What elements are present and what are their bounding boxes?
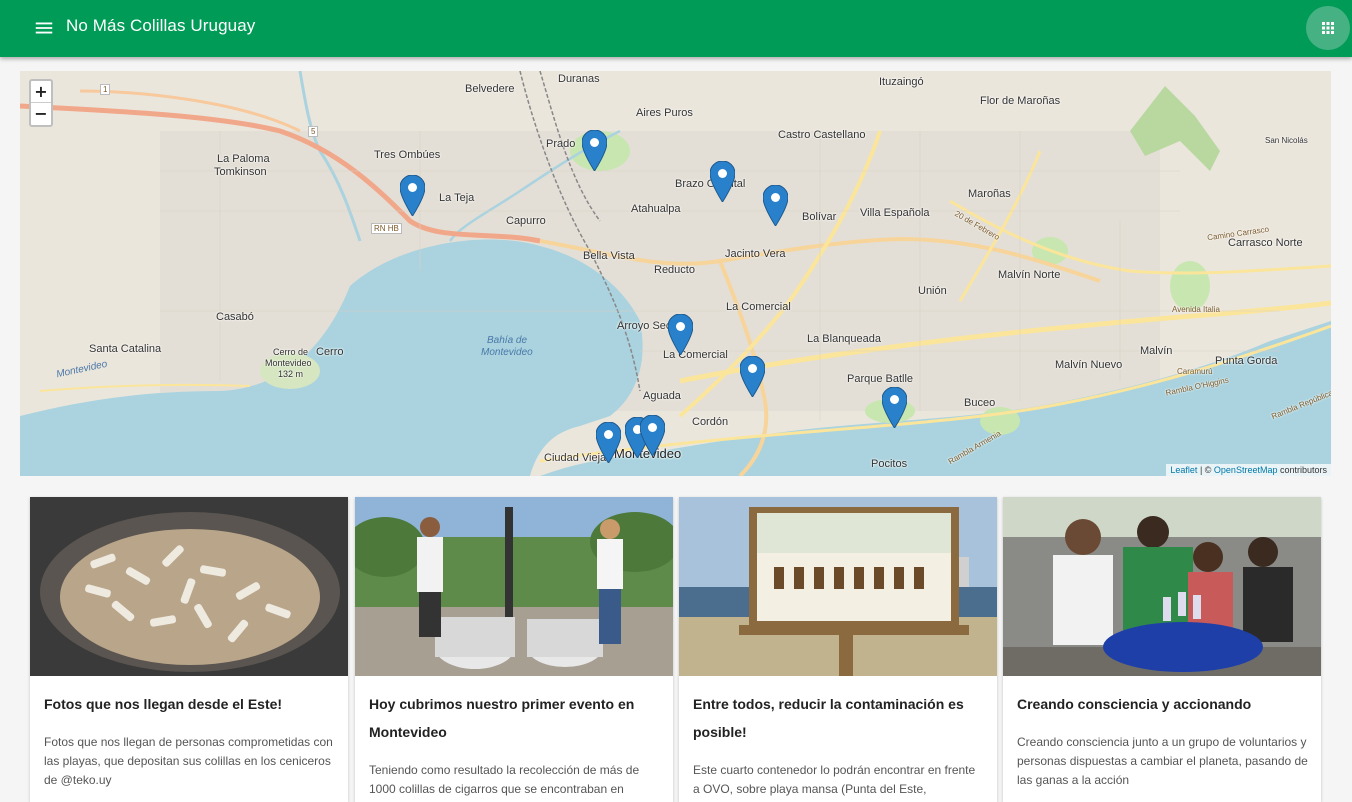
place-label: Tres Ombúes <box>374 149 441 161</box>
hill-label: 132 m <box>278 369 304 379</box>
menu-icon <box>35 22 53 34</box>
menu-button[interactable] <box>28 12 60 44</box>
place-label: Duranas <box>558 73 600 85</box>
post-title[interactable]: Creando consciencia y accionando <box>1017 690 1307 718</box>
map-marker[interactable] <box>596 422 621 463</box>
place-label: Casabó <box>216 311 254 323</box>
water-label: Montevideo <box>481 347 533 358</box>
post-image[interactable] <box>355 497 673 676</box>
place-label: San Nicolás <box>1265 136 1308 145</box>
place-label: La Comercial <box>726 301 791 313</box>
attribution-separator: | © <box>1197 465 1214 475</box>
place-label: Flor de Maroñas <box>980 95 1061 107</box>
place-label: Malvín Nuevo <box>1055 359 1123 371</box>
post-description: Fotos que nos llegan de personas comprom… <box>44 735 333 787</box>
app-bar: No Más Colillas Uruguay <box>0 0 1352 57</box>
apps-button[interactable] <box>1306 6 1350 50</box>
map-marker[interactable] <box>763 185 788 226</box>
place-label: Santa Catalina <box>89 343 162 355</box>
place-label: Tomkinson <box>214 166 267 178</box>
post-description: Este cuarto contenedor lo podrán encontr… <box>693 763 976 796</box>
apps-icon <box>1322 22 1334 34</box>
road-label: 1 <box>100 84 111 95</box>
zoom-in-button[interactable]: + <box>31 81 51 103</box>
place-label: Parque Batlle <box>847 373 914 385</box>
map-marker[interactable] <box>740 356 765 397</box>
hill-label: Cerro de <box>273 347 309 357</box>
place-label: Ituzaingó <box>879 76 924 88</box>
place-label: La Blanqueada <box>807 333 882 345</box>
map-marker[interactable] <box>882 387 907 428</box>
map-marker[interactable] <box>710 161 735 202</box>
place-label: Maroñas <box>968 188 1011 200</box>
place-label: Buceo <box>964 397 996 409</box>
road-label: Caramurú <box>1177 367 1213 376</box>
road-label: 5 <box>308 126 319 137</box>
road-label: Avenida Italia <box>1172 305 1220 314</box>
place-label: Aires Puros <box>636 107 693 119</box>
zoom-out-button[interactable]: − <box>31 103 51 125</box>
place-label: Cerro <box>316 346 344 358</box>
map[interactable]: + − Duranas Belvedere Aires Puros Ituzai… <box>20 71 1331 476</box>
app-title: No Más Colillas Uruguay <box>66 16 256 35</box>
post-image[interactable] <box>679 497 997 676</box>
post-card[interactable]: Creando consciencia y accionando Creando… <box>1003 497 1321 802</box>
map-marker[interactable] <box>640 415 665 456</box>
place-label: Atahualpa <box>631 203 681 215</box>
place-label: Jacinto Vera <box>725 248 786 260</box>
place-label: Unión <box>918 285 947 297</box>
post-title[interactable]: Hoy cubrimos nuestro primer evento en Mo… <box>369 690 659 746</box>
attribution-suffix: contributors <box>1277 465 1327 475</box>
post-title[interactable]: Entre todos, reducir la contaminación es… <box>693 690 983 746</box>
map-marker[interactable] <box>400 175 425 216</box>
place-label: La Teja <box>439 192 475 204</box>
osm-link[interactable]: OpenStreetMap <box>1214 465 1278 475</box>
place-label: Punta Gorda <box>1215 355 1278 367</box>
water-label: Bahía de <box>487 335 528 346</box>
post-image[interactable] <box>1003 497 1321 676</box>
place-label: Villa Española <box>860 207 930 219</box>
place-label: Pocitos <box>871 458 908 470</box>
post-description: Creando consciencia junto a un grupo de … <box>1017 735 1308 787</box>
hill-label: Montevideo <box>265 358 312 368</box>
place-label: Reducto <box>654 264 695 276</box>
post-card[interactable]: Entre todos, reducir la contaminación es… <box>679 497 997 802</box>
map-attribution: Leaflet | © OpenStreetMap contributors <box>1166 464 1331 476</box>
post-description: Teniendo como resultado la recolección d… <box>369 763 640 796</box>
place-label: Bolívar <box>802 211 837 223</box>
place-label: Malvín Norte <box>998 269 1061 281</box>
place-label: Capurro <box>506 215 546 227</box>
place-label: Cordón <box>692 416 729 428</box>
road-label: RN HB <box>371 223 402 234</box>
place-label: La Paloma <box>217 153 270 165</box>
place-label: Prado <box>546 138 576 150</box>
post-image[interactable] <box>30 497 348 676</box>
place-label: Belvedere <box>465 83 515 95</box>
place-label: Bella Vista <box>583 250 635 262</box>
place-label: Aguada <box>643 390 681 402</box>
post-card[interactable]: Fotos que nos llegan desde el Este! Foto… <box>30 497 348 802</box>
zoom-control: + − <box>29 79 53 127</box>
map-marker[interactable] <box>668 314 693 355</box>
post-card[interactable]: Hoy cubrimos nuestro primer evento en Mo… <box>355 497 673 802</box>
post-title[interactable]: Fotos que nos llegan desde el Este! <box>44 690 334 718</box>
map-marker[interactable] <box>582 130 607 171</box>
leaflet-link[interactable]: Leaflet <box>1170 465 1197 475</box>
place-label: Carrasco Norte <box>1228 237 1303 249</box>
place-label: Malvín <box>1140 345 1173 357</box>
post-cards: Fotos que nos llegan desde el Este! Foto… <box>30 497 1322 802</box>
place-label: Castro Castellano <box>778 129 866 141</box>
